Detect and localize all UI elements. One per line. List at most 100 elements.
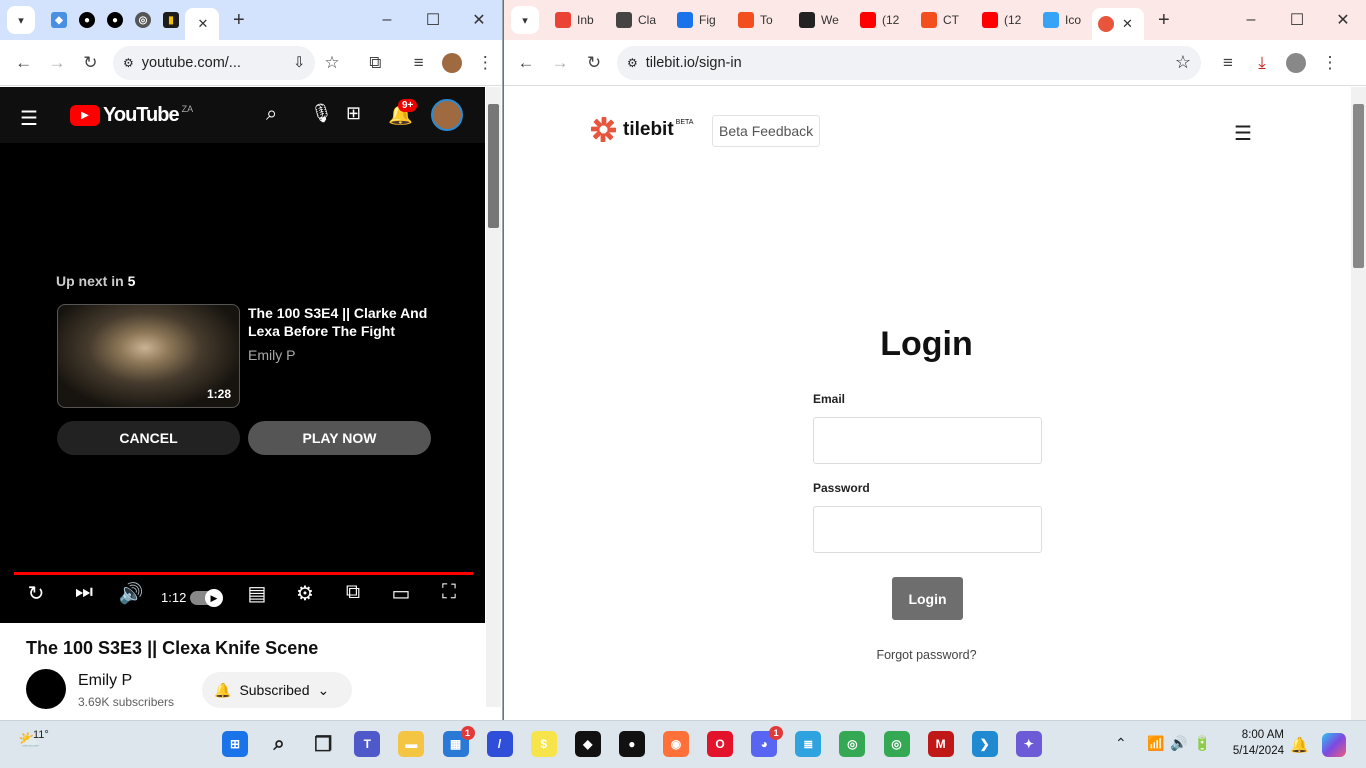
tab-clipboard[interactable]: ▮ (157, 4, 185, 36)
copilot-icon[interactable]: ✦ (1015, 731, 1042, 757)
scrollbar[interactable] (486, 87, 501, 707)
play-now-button[interactable]: PLAY NOW (248, 421, 431, 455)
reload-button[interactable]: ↻ (74, 46, 107, 80)
password-field[interactable] (813, 506, 1042, 553)
tab-3[interactable]: To (732, 4, 793, 36)
forward-button[interactable]: → (40, 46, 73, 80)
back-button[interactable]: ← (7, 46, 40, 80)
opera-icon[interactable]: O (707, 731, 734, 757)
teams-icon[interactable]: T (354, 731, 381, 757)
maximize-button[interactable]: ☐ (1274, 10, 1320, 30)
forgot-password-link[interactable]: Forgot password? (812, 648, 1041, 662)
tab-5[interactable]: (12 (854, 4, 915, 36)
site-info-icon[interactable]: ⚙ (123, 56, 134, 70)
forward-button[interactable]: → (543, 46, 577, 80)
minimize-button[interactable]: – (1228, 11, 1274, 29)
beta-feedback-button[interactable]: Beta Feedback (712, 115, 821, 147)
scrollbar-thumb[interactable] (1353, 104, 1364, 268)
search-icon[interactable]: ⌕ (266, 103, 277, 126)
notifications-bell-icon[interactable]: 🔔 9+ (388, 99, 418, 127)
maximize-button[interactable]: ☐ (410, 10, 456, 30)
create-video-icon[interactable]: ⊞ (346, 103, 361, 124)
extensions-icon[interactable]: ⧉ (359, 46, 392, 80)
chrome-icon[interactable]: ◎ (839, 731, 866, 757)
scrollbar-thumb[interactable] (488, 104, 499, 228)
next-video-thumbnail[interactable]: 1:28 (57, 304, 240, 408)
captions-icon[interactable]: ▤ (243, 581, 271, 606)
cancel-button[interactable]: CANCEL (57, 421, 240, 455)
close-tab-icon[interactable]: ✕ (1122, 16, 1133, 32)
replay-icon[interactable]: ↻ (22, 581, 50, 606)
tab-8[interactable]: Ico (1037, 4, 1092, 36)
menu-kebab-icon[interactable]: ⋮ (469, 46, 502, 80)
tab-github[interactable]: ● (73, 4, 101, 36)
tilebit-logo[interactable]: tilebit BETA (590, 116, 693, 143)
next-video-title[interactable]: The 100 S3E4 || Clarke And Lexa Before T… (248, 304, 438, 340)
tab-github-2[interactable]: ● (101, 4, 129, 36)
task-view-icon[interactable]: ❐ (310, 731, 336, 757)
fullscreen-icon[interactable]: ⛶ (435, 581, 463, 604)
youtube-player[interactable]: ☰ ▶ YouTube ZA ⌕ 🎙 ⊞ 🔔 9+ Up next in 5 1… (0, 87, 485, 623)
snapchat-icon[interactable]: $ (530, 731, 557, 757)
chevron-up-icon[interactable]: ⌃ (1115, 735, 1127, 752)
scrollbar[interactable] (1351, 87, 1366, 720)
tab-2[interactable]: Fig (671, 4, 732, 36)
bookmark-star-icon[interactable]: ☆ (1175, 52, 1191, 73)
close-window-button[interactable]: ✕ (1320, 10, 1366, 30)
reload-button[interactable]: ↻ (577, 46, 611, 80)
account-avatar[interactable] (431, 99, 463, 131)
chrome-profile-icon[interactable]: ◎ (883, 731, 910, 757)
address-bar[interactable]: ⚙ tilebit.io/sign-in ☆ (617, 45, 1201, 80)
system-tray-icons[interactable]: 📶🔊🔋 (1147, 735, 1217, 752)
new-tab-button[interactable]: + (1158, 9, 1170, 32)
profile-avatar[interactable] (435, 46, 468, 80)
login-button[interactable]: Login (892, 577, 963, 620)
tab-youtube[interactable]: ✕ (185, 8, 219, 40)
notification-bell-icon[interactable]: 🔔 (1290, 736, 1309, 754)
tab-4[interactable]: We (793, 4, 854, 36)
site-info-icon[interactable]: ⚙ (627, 56, 638, 70)
close-window-button[interactable]: ✕ (456, 10, 502, 30)
volume-icon[interactable]: 🔊 (117, 581, 145, 606)
bookmark-star-icon[interactable]: ☆ (315, 46, 348, 80)
notepad-icon[interactable]: ≣ (795, 731, 822, 757)
media-control-icon[interactable]: ≡ (402, 46, 435, 80)
tab-search-button[interactable]: ▾ (511, 6, 539, 34)
youtube-logo[interactable]: ▶ YouTube ZA (70, 104, 193, 127)
minimize-button[interactable]: – (364, 11, 410, 29)
vscode-icon[interactable]: ❯ (971, 731, 998, 757)
hamburger-menu-icon[interactable]: ☰ (20, 106, 38, 131)
discord-icon[interactable]: ◕ 1 (751, 726, 784, 757)
channel-name[interactable]: Emily P (78, 672, 132, 690)
file-explorer-icon[interactable]: ▬ (398, 731, 425, 757)
linear-icon[interactable]: / (486, 731, 513, 757)
tab-search-button[interactable]: ▾ (7, 6, 35, 34)
settings-gear-icon[interactable]: ⚙ (291, 581, 319, 606)
new-tab-button[interactable]: + (233, 9, 245, 32)
address-bar[interactable]: ⚙ youtube.com/... ⇩ (112, 45, 316, 80)
tab-1[interactable]: Cla (610, 4, 671, 36)
media-control-icon[interactable]: ≡ (1211, 46, 1245, 80)
back-button[interactable]: ← (509, 46, 543, 80)
mcafee-icon[interactable]: M (927, 731, 954, 757)
menu-kebab-icon[interactable]: ⋮ (1313, 46, 1347, 80)
store-icon[interactable]: ▦ 1 (442, 726, 475, 757)
tab-9[interactable]: ✕ (1092, 8, 1144, 40)
channel-avatar[interactable] (26, 669, 66, 709)
tab-7[interactable]: (12 (976, 4, 1037, 36)
tab-6[interactable]: CT (915, 4, 976, 36)
tab-0[interactable]: Inb (549, 4, 610, 36)
microphone-icon[interactable]: 🎙 (310, 103, 333, 124)
profile-avatar[interactable] (1279, 46, 1313, 80)
subscribed-button[interactable]: 🔔 Subscribed ⌄ (202, 672, 352, 708)
figma-icon[interactable]: ◆ (574, 731, 601, 757)
github-desktop-icon[interactable]: ● (618, 731, 645, 757)
download-icon[interactable]: ⤓ (1245, 46, 1279, 80)
install-icon[interactable]: ⇩ (293, 55, 305, 71)
next-icon[interactable]: ⏭ (70, 581, 98, 604)
clock-date[interactable]: 5/14/2024 (1224, 745, 1284, 757)
theater-mode-icon[interactable]: ▭ (387, 581, 415, 606)
hamburger-menu-icon[interactable]: ☰ (1234, 121, 1252, 146)
miniplayer-icon[interactable]: ⧉ (339, 581, 367, 604)
search-icon[interactable]: ⌕ (266, 731, 292, 757)
